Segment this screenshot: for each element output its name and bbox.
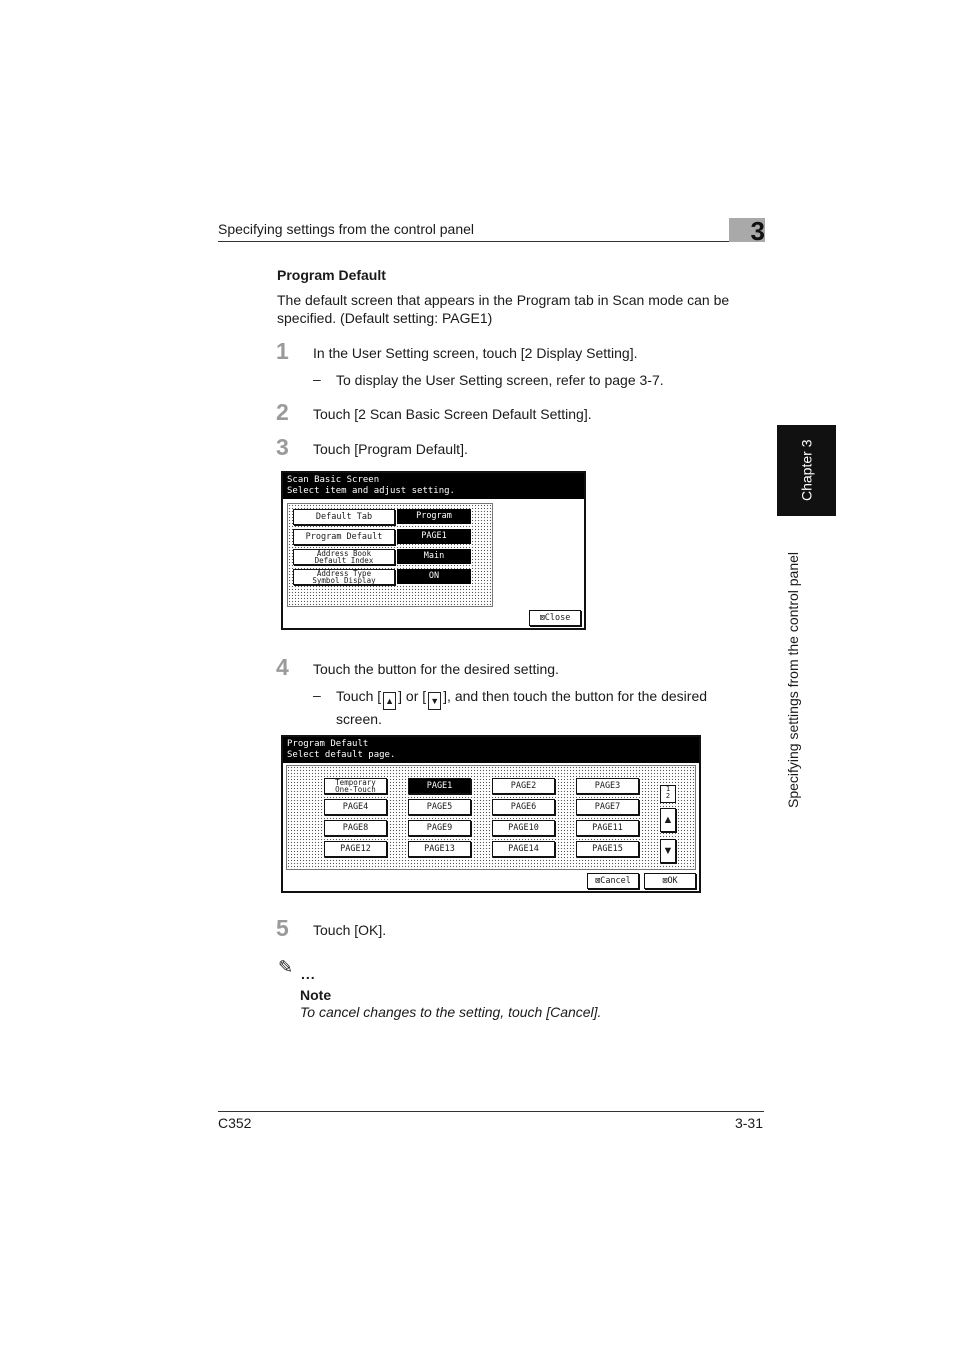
step-number: 1 [276, 338, 289, 364]
address-book-index-value: Main [397, 549, 471, 564]
running-header: Specifying settings from the control pan… [218, 221, 475, 237]
step-number: 2 [276, 399, 289, 425]
step-number: 4 [276, 654, 289, 680]
step-text: Touch [OK]. [313, 922, 387, 938]
chapter-tab-label: Chapter 3 [798, 439, 815, 502]
footer-model: C352 [218, 1115, 252, 1131]
pencil-icon: ✎ [278, 957, 294, 977]
bullet-dash: – [313, 371, 321, 387]
bullet-dash: – [313, 687, 321, 703]
step-text: In the User Setting screen, touch [2 Dis… [313, 345, 638, 361]
temporary-one-touch-button[interactable]: Temporary One-Touch [324, 778, 387, 794]
page-button-page8[interactable]: PAGE8 [324, 820, 387, 836]
subtext-part: ] or [ [398, 688, 427, 704]
step-subtext: To display the User Setting screen, refe… [336, 372, 664, 388]
header-rule [218, 241, 764, 242]
page-button-page7[interactable]: PAGE7 [576, 799, 639, 815]
page-button-page10[interactable]: PAGE10 [492, 820, 555, 836]
ok-label: OK [667, 876, 678, 886]
footer-rule [218, 1111, 764, 1112]
page-button-page15[interactable]: PAGE15 [576, 841, 639, 857]
address-type-symbol-display-button[interactable]: Address Type Symbol Display [293, 569, 395, 585]
page-button-page12[interactable]: PAGE12 [324, 841, 387, 857]
address-book-default-index-button[interactable]: Address Book Default Index [293, 549, 395, 565]
footer-page-number: 3-31 [734, 1115, 763, 1131]
step-text: Touch [Program Default]. [313, 441, 468, 457]
page-indicator: 1 2 [660, 785, 676, 803]
panel-subtitle: Select item and adjust setting. [287, 486, 455, 496]
down-arrow-icon: ▼ [428, 692, 442, 710]
page-button-page14[interactable]: PAGE14 [492, 841, 555, 857]
subtext-part: Touch [ [336, 688, 382, 704]
scan-basic-screen-panel: Scan Basic Screen Select item and adjust… [281, 471, 586, 630]
section-side-label: Specifying settings from the control pan… [785, 551, 801, 809]
down-arrow-icon: ▼ [662, 845, 674, 857]
default-tab-button[interactable]: Default Tab [293, 509, 395, 525]
page-button-page3[interactable]: PAGE3 [576, 778, 639, 794]
step-text: Touch the button for the desired setting… [313, 661, 559, 677]
section-intro: The default screen that appears in the P… [277, 292, 730, 326]
page-button-page1[interactable]: PAGE1 [408, 778, 471, 794]
page-button-page9[interactable]: PAGE9 [408, 820, 471, 836]
step-subtext: Touch [▲] or [▼], and then touch the but… [336, 687, 756, 728]
cancel-label: Cancel [600, 876, 631, 886]
step-text: Touch [2 Scan Basic Screen Default Setti… [313, 406, 592, 422]
page-button-page13[interactable]: PAGE13 [408, 841, 471, 857]
panel-header: Program Default Select default page. [283, 737, 699, 763]
button-label-line: Symbol Display [312, 576, 376, 585]
program-default-button[interactable]: Program Default [293, 529, 395, 545]
button-label-line: Default Index [314, 556, 374, 565]
panel-subtitle: Select default page. [287, 750, 396, 760]
button-label-line: One-Touch [335, 785, 376, 794]
note-text: To cancel changes to the setting, touch … [300, 1004, 602, 1020]
program-default-panel: Program Default Select default page. Tem… [281, 735, 701, 893]
step-number: 5 [276, 915, 289, 941]
page-indicator-total: 2 [665, 792, 671, 800]
panel-title: Program Default [287, 739, 369, 749]
step-number: 3 [276, 434, 289, 460]
up-arrow-icon: ▲ [662, 814, 674, 826]
up-arrow-icon: ▲ [383, 692, 397, 710]
symbol-display-value: ON [397, 569, 471, 584]
page-button-page5[interactable]: PAGE5 [408, 799, 471, 815]
panel-header: Scan Basic Screen Select item and adjust… [283, 473, 584, 499]
panel-title: Scan Basic Screen [287, 475, 380, 485]
page-button-page11[interactable]: PAGE11 [576, 820, 639, 836]
ok-button[interactable]: ⊠OK [644, 873, 696, 889]
note-label: Note [300, 987, 332, 1003]
program-default-value: PAGE1 [397, 529, 471, 544]
scroll-up-button[interactable]: ▲ [660, 808, 676, 832]
cancel-button[interactable]: ⊠Cancel [587, 873, 639, 889]
default-tab-value: Program [397, 509, 471, 524]
section-title: Program Default [277, 267, 386, 283]
page-button-page2[interactable]: PAGE2 [492, 778, 555, 794]
chapter-number: 3 [750, 216, 765, 246]
page-button-page4[interactable]: PAGE4 [324, 799, 387, 815]
scroll-down-button[interactable]: ▼ [660, 839, 676, 863]
close-button[interactable]: ⊠Close [529, 610, 581, 626]
note-ellipsis-icon: ... [301, 966, 316, 982]
close-label: Close [544, 613, 571, 623]
page-button-page6[interactable]: PAGE6 [492, 799, 555, 815]
